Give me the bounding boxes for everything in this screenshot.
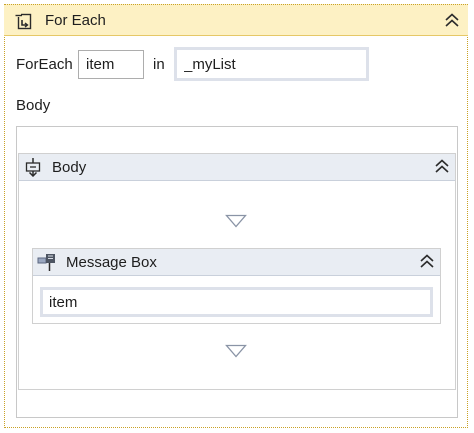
- foreach-label: ForEach: [16, 56, 73, 73]
- sequence-header[interactable]: Body: [19, 154, 455, 181]
- item-variable-field[interactable]: [78, 50, 144, 79]
- sequence-icon: [23, 157, 43, 178]
- message-box-title: Message Box: [66, 254, 157, 271]
- collapse-chevrons-icon: [445, 13, 459, 27]
- foreach-header[interactable]: For Each: [4, 4, 468, 36]
- body-label: Body: [16, 97, 51, 114]
- message-box-icon: [37, 252, 57, 272]
- drop-arrow-icon[interactable]: [225, 214, 247, 228]
- foreach-loop-icon: [13, 11, 33, 31]
- collapse-chevrons-icon: [420, 254, 434, 268]
- foreach-title: For Each: [45, 12, 106, 29]
- drop-arrow-icon[interactable]: [225, 344, 247, 358]
- collapse-sequence-button[interactable]: [431, 156, 453, 178]
- in-label: in: [153, 56, 165, 73]
- message-box-header[interactable]: Message Box: [33, 249, 440, 276]
- collapse-chevrons-icon: [435, 159, 449, 173]
- collapse-message-box-button[interactable]: [416, 251, 438, 273]
- list-expression-field[interactable]: [174, 47, 369, 81]
- sequence-title: Body: [52, 159, 87, 176]
- message-text-field[interactable]: [40, 287, 433, 317]
- message-box-activity[interactable]: Message Box: [32, 248, 441, 324]
- collapse-foreach-button[interactable]: [441, 10, 463, 32]
